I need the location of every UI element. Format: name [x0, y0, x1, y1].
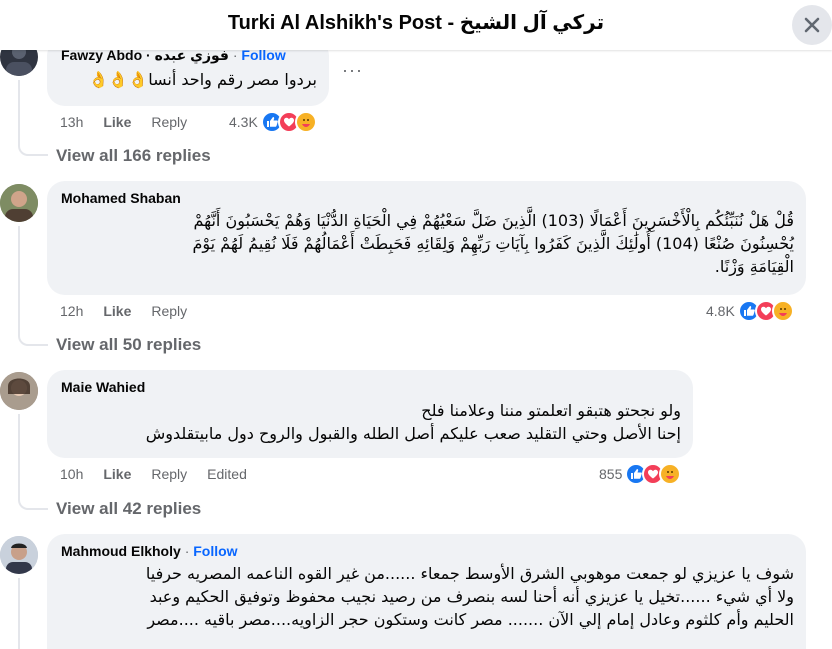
- comment-time[interactable]: 13h: [60, 114, 83, 130]
- comment-time[interactable]: 10h: [60, 466, 83, 482]
- close-button[interactable]: [792, 5, 832, 45]
- comment-actions: 10h Like Reply Edited: [60, 464, 267, 484]
- comment-text-line: يُحْسِنُونَ صُنْعًا (104) أُولَٰئِكَ الَ…: [192, 234, 795, 253]
- edited-label: Edited: [207, 466, 247, 482]
- comment-author[interactable]: Maie Wahied: [61, 378, 681, 396]
- dialog-header: Turki Al Alshikh's Post - تركي آل الشيخ: [0, 0, 832, 50]
- reaction-count: 4.3K: [229, 114, 258, 130]
- avatar[interactable]: [0, 536, 38, 574]
- thread-line: [18, 80, 48, 156]
- comment-time[interactable]: 12h: [60, 303, 83, 319]
- comment-text-line: ولا أي شيء ......تخيل يا عزيزي أنه أحنا …: [149, 587, 794, 606]
- comment-author[interactable]: Mohamed Shaban: [61, 189, 794, 207]
- reply-button[interactable]: Reply: [151, 114, 187, 130]
- reply-button[interactable]: Reply: [151, 466, 187, 482]
- comment-bubble: Maie Wahied ولو نجحتو هتبقو اتعلمتو مننا…: [47, 370, 693, 458]
- comment-text-line: الحليم وأم كلثوم وعادل إمام إلي الآن ...…: [147, 610, 794, 629]
- reaction-summary[interactable]: 4.8K: [706, 299, 794, 323]
- dialog-title: Turki Al Alshikh's Post - تركي آل الشيخ: [227, 12, 605, 34]
- like-button[interactable]: Like: [103, 303, 131, 319]
- thread-line: [18, 414, 48, 510]
- avatar[interactable]: [0, 184, 38, 222]
- comment-author[interactable]: Fawzy Abdo · فوزي عبده: [61, 50, 229, 63]
- comments-list: Fawzy Abdo · فوزي عبده · Follow بردوا مص…: [0, 50, 832, 649]
- close-icon: [804, 17, 820, 33]
- thread-line: [18, 226, 48, 346]
- care-reaction-icon: [771, 300, 794, 322]
- reaction-summary[interactable]: 4.3K: [229, 110, 317, 134]
- view-replies-link[interactable]: View all 166 replies: [56, 146, 211, 166]
- comment-text: بردوا مصر رقم واحد أنسا👌👌👌: [88, 70, 318, 89]
- comment-bubble: Mohamed Shaban قُلْ هَلْ نُنَبِّئُكُم بِ…: [47, 181, 806, 295]
- follow-button[interactable]: Follow: [193, 543, 237, 559]
- follow-button[interactable]: Follow: [241, 50, 285, 63]
- avatar[interactable]: [0, 372, 38, 410]
- comment-author[interactable]: Mahmoud Elkholy: [61, 543, 181, 559]
- comment-bubble: Fawzy Abdo · فوزي عبده · Follow بردوا مص…: [47, 50, 329, 106]
- care-reaction-icon: [659, 463, 682, 485]
- comment-text: قُلْ هَلْ نُنَبِّئُكُم بِالْأَخْسَرِينَ …: [61, 209, 795, 278]
- reaction-count: 855: [599, 466, 623, 482]
- comment-text-line: شوف يا عزيزي لو جمعت موهوبي الشرق الأوسط…: [145, 564, 794, 583]
- comment-text: شوف يا عزيزي لو جمعت موهوبي الشرق الأوسط…: [61, 562, 794, 631]
- reaction-summary[interactable]: 855: [599, 462, 682, 486]
- like-button[interactable]: Like: [103, 466, 131, 482]
- comment-bubble: Mahmoud Elkholy · Follow شوف يا عزيزي لو…: [47, 534, 806, 649]
- more-options-icon[interactable]: ···: [342, 60, 363, 81]
- comment-actions: 12h Like Reply: [60, 301, 207, 321]
- reaction-count: 4.8K: [706, 303, 735, 319]
- view-replies-link[interactable]: View all 50 replies: [56, 335, 201, 355]
- avatar[interactable]: [0, 50, 38, 76]
- like-button[interactable]: Like: [103, 114, 131, 130]
- care-reaction-icon: [294, 111, 317, 133]
- comment-text-line: ولو نجحتو هتبقو اتعلمتو مننا وعلامنا فلح: [421, 401, 681, 420]
- comment-text-line: الْقِيَامَةِ وَزْنًا.: [714, 257, 794, 276]
- thread-line: [18, 578, 20, 649]
- reply-button[interactable]: Reply: [151, 303, 187, 319]
- view-replies-link[interactable]: View all 42 replies: [56, 499, 201, 519]
- comment-text-line: إحنا الأصل وحتي التقليد صعب عليكم أصل ال…: [145, 424, 681, 443]
- comment-actions: 13h Like Reply: [60, 112, 207, 132]
- comment-text: ولو نجحتو هتبقو اتعلمتو مننا وعلامنا فلح…: [61, 399, 681, 445]
- comment-text-line: قُلْ هَلْ نُنَبِّئُكُم بِالْأَخْسَرِينَ …: [193, 211, 794, 230]
